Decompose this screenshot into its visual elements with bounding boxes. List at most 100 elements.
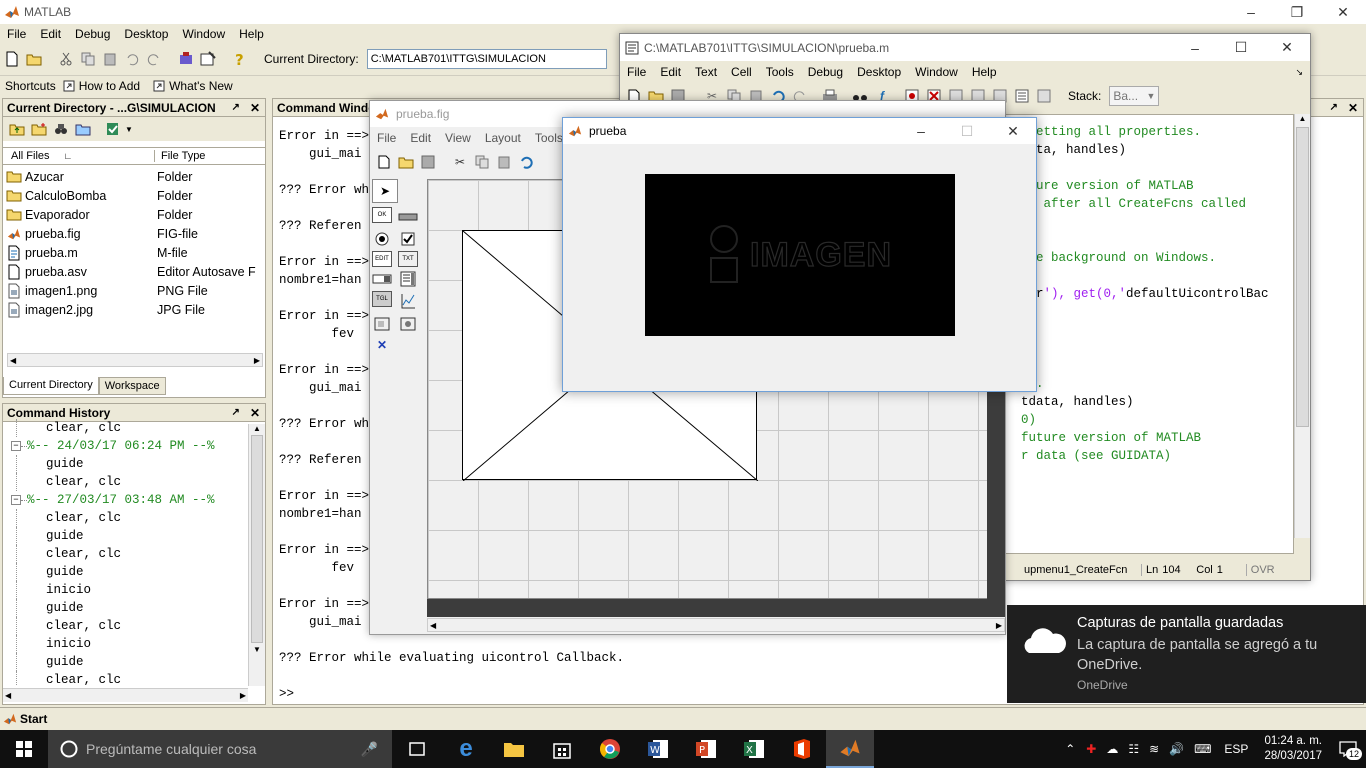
menu-text[interactable]: Text	[688, 65, 724, 79]
close-button[interactable]: ✕	[1264, 39, 1310, 56]
paste-icon[interactable]	[100, 49, 120, 69]
activex-icon[interactable]: ✕	[372, 335, 392, 355]
wifi-icon[interactable]: ≋	[1144, 742, 1164, 756]
task-view-icon[interactable]	[392, 741, 442, 757]
history-item[interactable]: clear, clc	[16, 473, 248, 491]
column-header-all-files[interactable]: All Files ∟	[3, 150, 155, 162]
undock-icon[interactable]: ↗	[232, 102, 240, 113]
cut-icon[interactable]: ✂	[450, 152, 470, 172]
cut-icon[interactable]	[56, 49, 76, 69]
static-text-icon[interactable]: TXT	[398, 251, 418, 267]
current-dir-field[interactable]: C:\MATLAB701\ITTG\SIMULACION	[366, 49, 607, 69]
history-session-header[interactable]: − %-- 27/03/17 03:48 AM --%	[3, 491, 248, 509]
file-row[interactable]: Evaporador Folder	[3, 205, 265, 224]
pane-close-icon[interactable]: ✕	[1348, 101, 1358, 115]
scroll-left-icon[interactable]: ◀	[8, 356, 18, 365]
dock-arrow-icon[interactable]: ↘	[1288, 67, 1310, 78]
onedrive-icon[interactable]: ☁	[1101, 742, 1123, 756]
menu-window[interactable]: Window	[908, 65, 965, 79]
menu-edit[interactable]: Edit	[403, 131, 438, 145]
history-item[interactable]: clear, clc	[16, 671, 248, 685]
matlab-taskbar-icon[interactable]	[826, 730, 874, 768]
radio-button-icon[interactable]	[372, 229, 392, 249]
history-item[interactable]: guide	[16, 455, 248, 473]
tab-current-directory[interactable]: Current Directory	[3, 377, 99, 395]
undock-icon[interactable]: ↗	[1330, 102, 1338, 113]
history-item[interactable]: clear, clc	[16, 419, 248, 437]
collapse-toggle-icon[interactable]: −	[11, 495, 21, 505]
up-folder-icon[interactable]	[7, 119, 27, 139]
menu-debug[interactable]: Debug	[68, 27, 117, 41]
menu-help[interactable]: Help	[965, 65, 1004, 79]
keyboard-icon[interactable]: ⌨	[1189, 742, 1216, 756]
minimize-button[interactable]: –	[1172, 40, 1218, 56]
open-folder-icon[interactable]	[24, 49, 44, 69]
edge-browser-icon[interactable]: e	[442, 735, 490, 763]
file-row[interactable]: prueba.m M-file	[3, 243, 265, 262]
open-folder-icon[interactable]	[396, 152, 416, 172]
menu-layout[interactable]: Layout	[478, 131, 528, 145]
file-row[interactable]: imagen2.jpg JPG File	[3, 300, 265, 319]
editor-vertical-scrollbar[interactable]: ▲	[1294, 114, 1310, 538]
slider-icon[interactable]	[398, 207, 418, 227]
office-icon[interactable]	[778, 738, 826, 760]
store-icon[interactable]	[538, 739, 586, 759]
word-icon[interactable]: W	[634, 738, 682, 760]
minimize-button[interactable]: –	[898, 123, 944, 139]
menu-window[interactable]: Window	[175, 27, 232, 41]
excel-icon[interactable]: X	[730, 738, 778, 760]
history-item[interactable]: guide	[16, 527, 248, 545]
new-file-icon[interactable]	[2, 49, 22, 69]
new-file-icon[interactable]	[374, 152, 394, 172]
checkbox-icon[interactable]	[398, 229, 418, 249]
windows-start-button[interactable]	[0, 730, 48, 768]
history-item[interactable]: clear, clc	[16, 545, 248, 563]
whats-new-link[interactable]: What's New	[169, 79, 233, 93]
button-group-icon[interactable]	[398, 313, 418, 333]
close-button[interactable]: ✕	[1320, 4, 1366, 21]
guide-horizontal-scrollbar[interactable]: ◀ ▶	[427, 618, 1005, 632]
shortcuts-label[interactable]: Shortcuts	[5, 79, 56, 93]
menu-desktop[interactable]: Desktop	[117, 27, 175, 41]
menu-desktop[interactable]: Desktop	[850, 65, 908, 79]
scrollbar-thumb[interactable]	[1296, 127, 1309, 427]
help-icon[interactable]: ?	[230, 49, 250, 69]
find-files-icon[interactable]	[51, 119, 71, 139]
undo-icon[interactable]	[122, 49, 142, 69]
horizontal-scrollbar[interactable]: ◀ ▶	[7, 353, 263, 367]
exit-debug-icon[interactable]	[1034, 86, 1054, 106]
language-indicator[interactable]: ESP	[1216, 742, 1256, 756]
chevron-up-icon[interactable]: ⌃	[1059, 742, 1081, 756]
redo-icon[interactable]	[144, 49, 164, 69]
scrollbar-thumb[interactable]	[251, 435, 263, 643]
history-vertical-scrollbar[interactable]: ▲ ▼	[248, 424, 265, 686]
popup-menu-icon[interactable]	[372, 269, 392, 289]
menu-debug[interactable]: Debug	[801, 65, 850, 79]
menu-edit[interactable]: Edit	[653, 65, 688, 79]
chrome-icon[interactable]	[586, 738, 634, 760]
collapse-toggle-icon[interactable]: −	[11, 441, 21, 451]
microphone-icon[interactable]: 🎤	[361, 741, 378, 758]
history-item[interactable]: guide	[16, 563, 248, 581]
view-report-icon[interactable]	[73, 119, 93, 139]
undo-icon[interactable]	[516, 152, 536, 172]
maximize-button[interactable]: ☐	[1218, 39, 1264, 56]
menu-cell[interactable]: Cell	[724, 65, 759, 79]
scroll-right-icon[interactable]: ▶	[252, 356, 262, 365]
push-button-icon[interactable]: OK	[372, 207, 392, 223]
report-dropdown-icon[interactable]	[103, 119, 123, 139]
powerpoint-icon[interactable]: P	[682, 738, 730, 760]
menu-tools[interactable]: Tools	[759, 65, 801, 79]
save-icon[interactable]	[418, 152, 438, 172]
history-session-header[interactable]: − %-- 24/03/17 06:24 PM --%	[3, 437, 248, 455]
file-explorer-icon[interactable]	[490, 740, 538, 758]
chevron-down-icon[interactable]: ▼	[125, 125, 133, 134]
undock-icon[interactable]: ↗	[232, 407, 240, 418]
app-tray-icon[interactable]: ✚	[1081, 742, 1101, 756]
menu-edit[interactable]: Edit	[33, 27, 68, 41]
history-item[interactable]: clear, clc	[16, 617, 248, 635]
network-icon[interactable]: ☷	[1123, 742, 1144, 756]
menu-file[interactable]: File	[0, 27, 33, 41]
close-button[interactable]: ✕	[990, 123, 1036, 140]
history-item[interactable]: clear, clc	[16, 509, 248, 527]
